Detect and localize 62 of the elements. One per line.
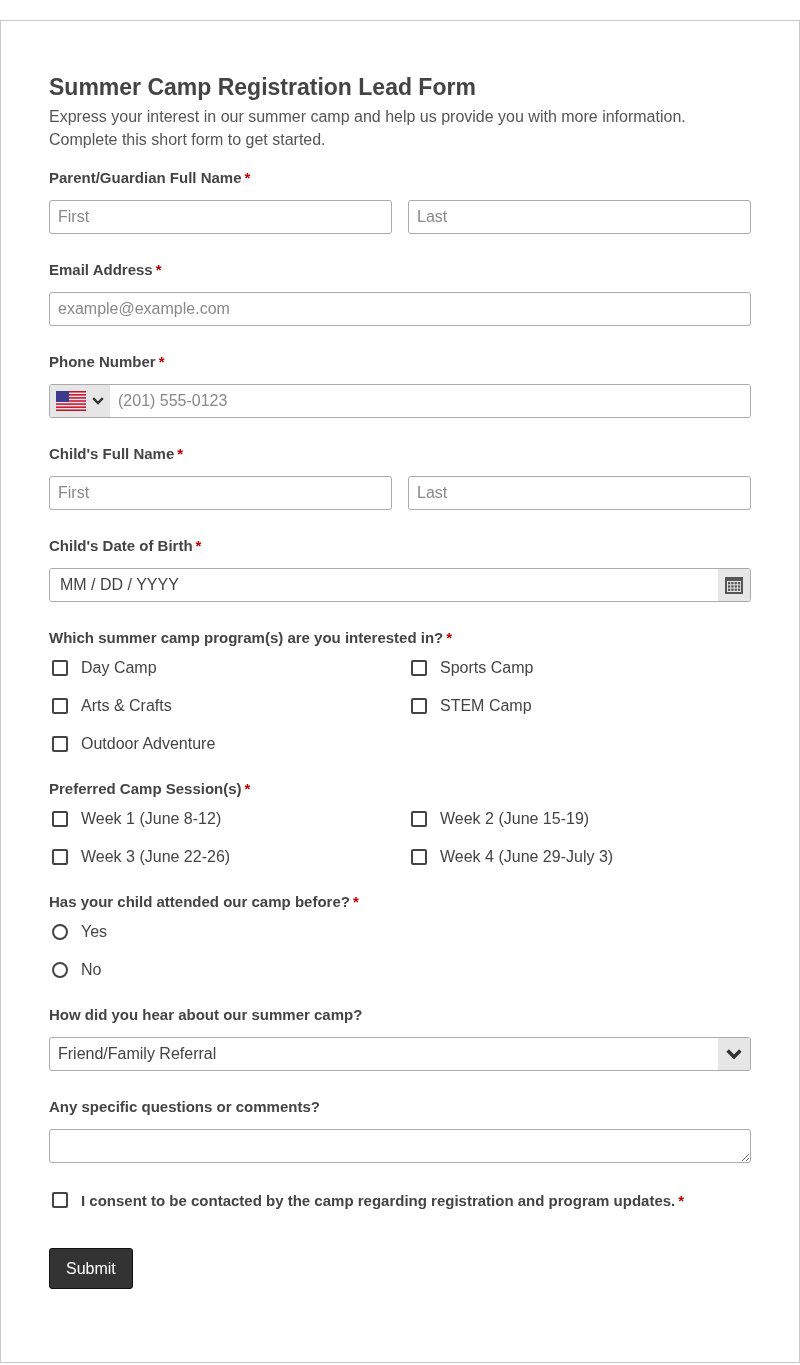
checkbox-option[interactable]: Day Camp bbox=[49, 649, 392, 687]
checkbox-option[interactable]: Arts & Crafts bbox=[49, 687, 392, 725]
checkbox-option[interactable]: STEM Camp bbox=[408, 687, 751, 725]
consent-option[interactable]: I consent to be contacted by the camp regarding registration and program updates. * bbox=[49, 1181, 751, 1219]
field-label: Parent/Guardian Full Name * bbox=[49, 168, 252, 188]
email-field[interactable]: example@example.com bbox=[49, 292, 751, 326]
required-mark: * bbox=[678, 1191, 685, 1209]
text-field[interactable]: Last bbox=[408, 200, 751, 234]
checkbox[interactable] bbox=[411, 849, 427, 865]
dropdown-button[interactable] bbox=[718, 1038, 750, 1070]
phone-field[interactable]: (201) 555-0123 bbox=[49, 384, 751, 418]
field-label: Child's Date of Birth * bbox=[49, 536, 203, 556]
dropdown-field[interactable]: Friend/Family Referral bbox=[49, 1037, 751, 1071]
required-mark: * bbox=[352, 893, 359, 910]
checkbox-option[interactable]: Week 4 (June 29-July 3) bbox=[408, 838, 751, 876]
submit-button[interactable]: Submit bbox=[49, 1248, 133, 1289]
checkbox-option[interactable]: Outdoor Adventure bbox=[49, 725, 392, 763]
form-description: Complete this short form to get started. bbox=[49, 130, 327, 150]
field-label: Has your child attended our camp before? * bbox=[49, 892, 360, 912]
radio-option[interactable]: No bbox=[49, 951, 751, 989]
required-mark: * bbox=[177, 445, 184, 462]
text-field[interactable]: First bbox=[49, 476, 392, 510]
required-mark: * bbox=[155, 261, 162, 278]
text-field[interactable]: First bbox=[49, 200, 392, 234]
field-label: Any specific questions or comments? bbox=[49, 1097, 321, 1117]
required-mark: * bbox=[446, 629, 453, 646]
radio-option[interactable]: Yes bbox=[49, 913, 751, 951]
calendar-button[interactable] bbox=[718, 569, 750, 601]
chevron-down-icon bbox=[726, 1049, 742, 1059]
field-label: Preferred Camp Session(s) * bbox=[49, 779, 252, 799]
radio-button[interactable] bbox=[52, 924, 68, 940]
checkbox[interactable] bbox=[411, 660, 427, 676]
checkbox[interactable] bbox=[52, 849, 68, 865]
checkbox[interactable] bbox=[52, 1192, 68, 1208]
calendar-icon bbox=[724, 575, 744, 595]
form-description: Express your interest in our summer camp and help us provide you with more information. bbox=[49, 107, 687, 127]
checkbox-option[interactable]: Sports Camp bbox=[408, 649, 751, 687]
required-mark: * bbox=[244, 169, 251, 186]
field-label: Child's Full Name * bbox=[49, 444, 185, 464]
checkbox-option[interactable]: Week 3 (June 22-26) bbox=[49, 838, 392, 876]
radio-button[interactable] bbox=[52, 962, 68, 978]
required-mark: * bbox=[244, 780, 251, 797]
checkbox[interactable] bbox=[411, 811, 427, 827]
checkbox[interactable] bbox=[52, 698, 68, 714]
required-mark: * bbox=[158, 353, 165, 370]
country-selector[interactable] bbox=[50, 385, 110, 417]
field-label: Phone Number * bbox=[49, 352, 166, 372]
field-label: Which summer camp program(s) are you interested in? * bbox=[49, 628, 454, 648]
checkbox-option[interactable]: Week 1 (June 8-12) bbox=[49, 800, 392, 838]
text-field[interactable]: Last bbox=[408, 476, 751, 510]
form-title: Summer Camp Registration Lead Form bbox=[49, 73, 477, 101]
required-mark: * bbox=[195, 537, 202, 554]
flag-icon bbox=[56, 391, 86, 411]
field-label: Email Address * bbox=[49, 260, 163, 280]
checkbox[interactable] bbox=[411, 698, 427, 714]
comments-field[interactable] bbox=[49, 1129, 751, 1163]
chevron-down-icon bbox=[92, 397, 104, 405]
checkbox[interactable] bbox=[52, 736, 68, 752]
field-label: How did you hear about our summer camp? bbox=[49, 1005, 364, 1025]
checkbox[interactable] bbox=[52, 811, 68, 827]
checkbox[interactable] bbox=[52, 660, 68, 676]
checkbox-option[interactable]: Week 2 (June 15-19) bbox=[408, 800, 751, 838]
